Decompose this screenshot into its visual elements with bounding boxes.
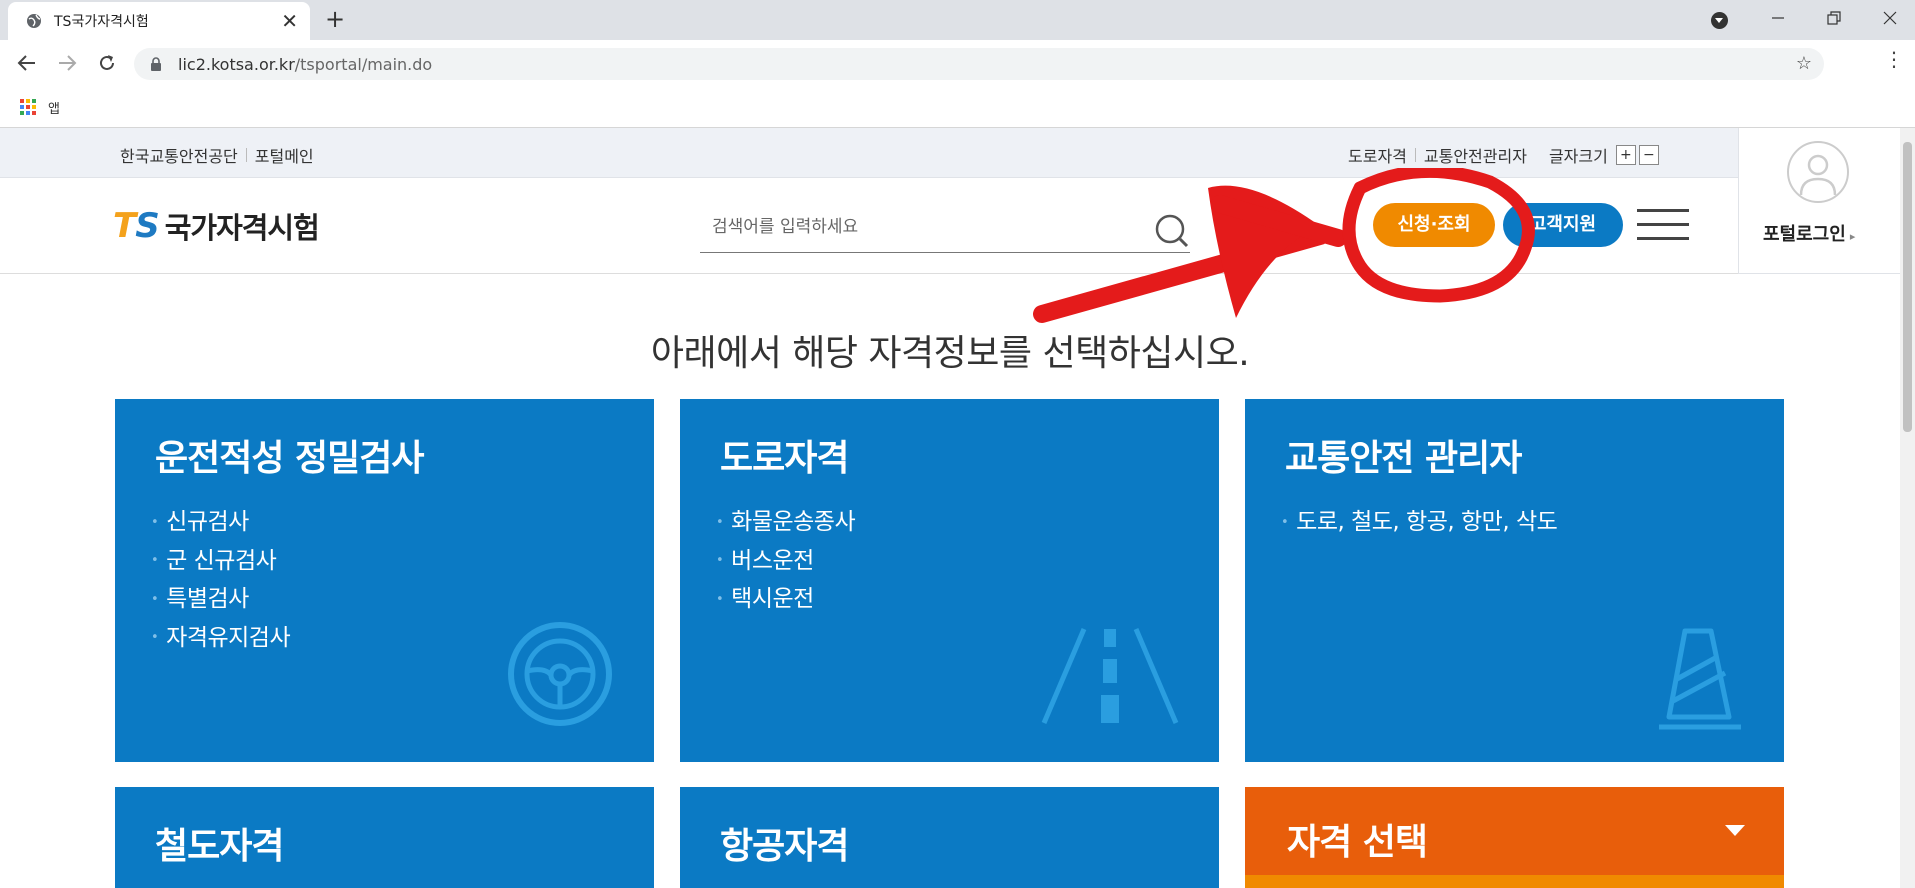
- steering-wheel-icon: [508, 622, 612, 726]
- search-icon[interactable]: [1155, 214, 1189, 248]
- ts-logo-mark: TS: [113, 206, 160, 246]
- kotsa-link[interactable]: 한국교통안전공단: [120, 143, 238, 167]
- card-safety-manager[interactable]: 교통안전 관리자 도로, 철도, 항공, 항만, 삭도: [1245, 399, 1784, 762]
- apps-dot: [26, 99, 30, 103]
- road-icon: [1041, 628, 1179, 724]
- card-title: 도로자격: [720, 438, 849, 479]
- tab-title: TS국가자격시험: [54, 14, 149, 30]
- globe-icon: [27, 14, 41, 28]
- traffic-cone-icon: [1659, 628, 1741, 730]
- apps-dot: [26, 111, 30, 115]
- lock-icon: [151, 57, 161, 71]
- card-title: 항공자격: [720, 826, 849, 867]
- divider: [245, 148, 247, 162]
- url-path: /tsportal/main.do: [294, 54, 433, 74]
- card-item-list: 신규검사 군 신규검사 특별검사 자격유지검사: [151, 503, 290, 657]
- bookmark-star-icon[interactable]: ☆: [1796, 53, 1812, 74]
- portal-login-label[interactable]: 포털로그인: [1763, 224, 1846, 245]
- apps-dot: [20, 111, 24, 115]
- card-title: 교통안전 관리자: [1285, 438, 1522, 479]
- road-qualification-link[interactable]: 도로자격: [1348, 143, 1407, 167]
- card-item-list: 화물운송종사 버스운전 택시운전: [716, 503, 855, 619]
- list-item[interactable]: 택시운전: [716, 580, 855, 619]
- page-scrollbar[interactable]: [1900, 128, 1915, 888]
- browser-tab-strip: TS국가자격시험 ✕ +: [0, 0, 1915, 40]
- chevron-down-icon: [1725, 825, 1745, 836]
- site-header: TS 국가자격시험 고객지원 신청·조회: [0, 179, 1738, 274]
- browser-menu-icon[interactable]: ⋮: [1884, 49, 1904, 69]
- list-item[interactable]: 버스운전: [716, 542, 855, 581]
- url-host: lic2.kotsa.or.kr: [178, 54, 295, 74]
- portal-login-panel[interactable]: 포털로그인 ▸: [1738, 128, 1900, 274]
- customer-support-button[interactable]: 고객지원: [1503, 203, 1623, 247]
- menu-icon[interactable]: [1637, 209, 1689, 241]
- apps-dot: [32, 99, 36, 103]
- chevron-right-icon: ▸: [1849, 230, 1856, 243]
- bookmarks-bar: 앱: [0, 88, 1915, 128]
- card-aptitude-test[interactable]: 운전적성 정밀검사 신규검사 군 신규검사 특별검사 자격유지검사: [115, 399, 654, 762]
- restore-icon[interactable]: [1826, 10, 1842, 26]
- utility-bar: 한국교통안전공단 포털메인 도로자격 교통안전관리자 글자크기 + −: [0, 128, 1738, 178]
- apps-dot: [26, 105, 30, 109]
- browser-tab[interactable]: TS국가자격시험 ✕: [8, 2, 310, 40]
- tab-search-icon[interactable]: [1711, 12, 1728, 29]
- card-aviation-qualification[interactable]: 항공자격: [680, 787, 1219, 888]
- apps-dot: [20, 105, 24, 109]
- address-bar-row: lic2.kotsa.or.kr/tsportal/main.do ☆ ⋮: [0, 40, 1915, 88]
- safety-manager-link[interactable]: 교통안전관리자: [1424, 143, 1527, 167]
- card-item-list: 도로, 철도, 항공, 항만, 삭도: [1281, 503, 1558, 542]
- apps-label[interactable]: 앱: [48, 98, 60, 117]
- reload-icon[interactable]: [96, 52, 118, 74]
- font-decrease-button[interactable]: −: [1638, 145, 1659, 165]
- site-name: 국가자격시험: [164, 211, 320, 245]
- close-window-icon[interactable]: [1882, 10, 1898, 26]
- search-input[interactable]: [700, 203, 1130, 251]
- card-road-qualification[interactable]: 도로자격 화물운송종사 버스운전 택시운전: [680, 399, 1219, 762]
- new-tab-button[interactable]: +: [325, 7, 345, 31]
- site-logo[interactable]: TS 국가자격시험: [113, 205, 320, 247]
- list-item[interactable]: 화물운송종사: [716, 503, 855, 542]
- list-item[interactable]: 특별검사: [151, 580, 290, 619]
- back-icon[interactable]: [16, 52, 38, 74]
- forward-icon[interactable]: [56, 52, 78, 74]
- list-item[interactable]: 군 신규검사: [151, 542, 290, 581]
- close-tab-icon[interactable]: ✕: [281, 11, 298, 31]
- web-page: 한국교통안전공단 포털메인 도로자격 교통안전관리자 글자크기 + − 포털로그…: [0, 128, 1900, 888]
- search-box: [700, 203, 1190, 253]
- list-item[interactable]: 자격유지검사: [151, 619, 290, 658]
- divider: [1414, 148, 1416, 162]
- page-headline: 아래에서 해당 자격정보를 선택하십시오.: [650, 333, 1250, 374]
- list-item[interactable]: 신규검사: [151, 503, 290, 542]
- card-title: 철도자격: [155, 826, 284, 867]
- list-item[interactable]: 도로, 철도, 항공, 항만, 삭도: [1281, 503, 1558, 542]
- qualification-select-dropdown[interactable]: 자격 선택: [1245, 787, 1784, 888]
- apps-dot: [20, 99, 24, 103]
- font-size-label: 글자크기: [1548, 147, 1608, 166]
- card-railway-qualification[interactable]: 철도자격: [115, 787, 654, 888]
- minimize-icon[interactable]: [1770, 10, 1786, 26]
- url-field[interactable]: lic2.kotsa.or.kr/tsportal/main.do ☆: [134, 48, 1824, 80]
- apps-dot: [32, 105, 36, 109]
- select-title: 자격 선택: [1287, 822, 1428, 863]
- apply-lookup-button[interactable]: 신청·조회: [1373, 203, 1495, 247]
- scrollbar-thumb[interactable]: [1903, 142, 1912, 432]
- card-title: 운전적성 정밀검사: [155, 438, 424, 479]
- portal-main-link[interactable]: 포털메인: [255, 143, 314, 167]
- user-avatar-icon: [1787, 141, 1849, 203]
- apps-dot: [32, 111, 36, 115]
- select-strip: [1245, 875, 1784, 888]
- apps-grid-icon[interactable]: [20, 99, 36, 115]
- font-increase-button[interactable]: +: [1615, 145, 1636, 165]
